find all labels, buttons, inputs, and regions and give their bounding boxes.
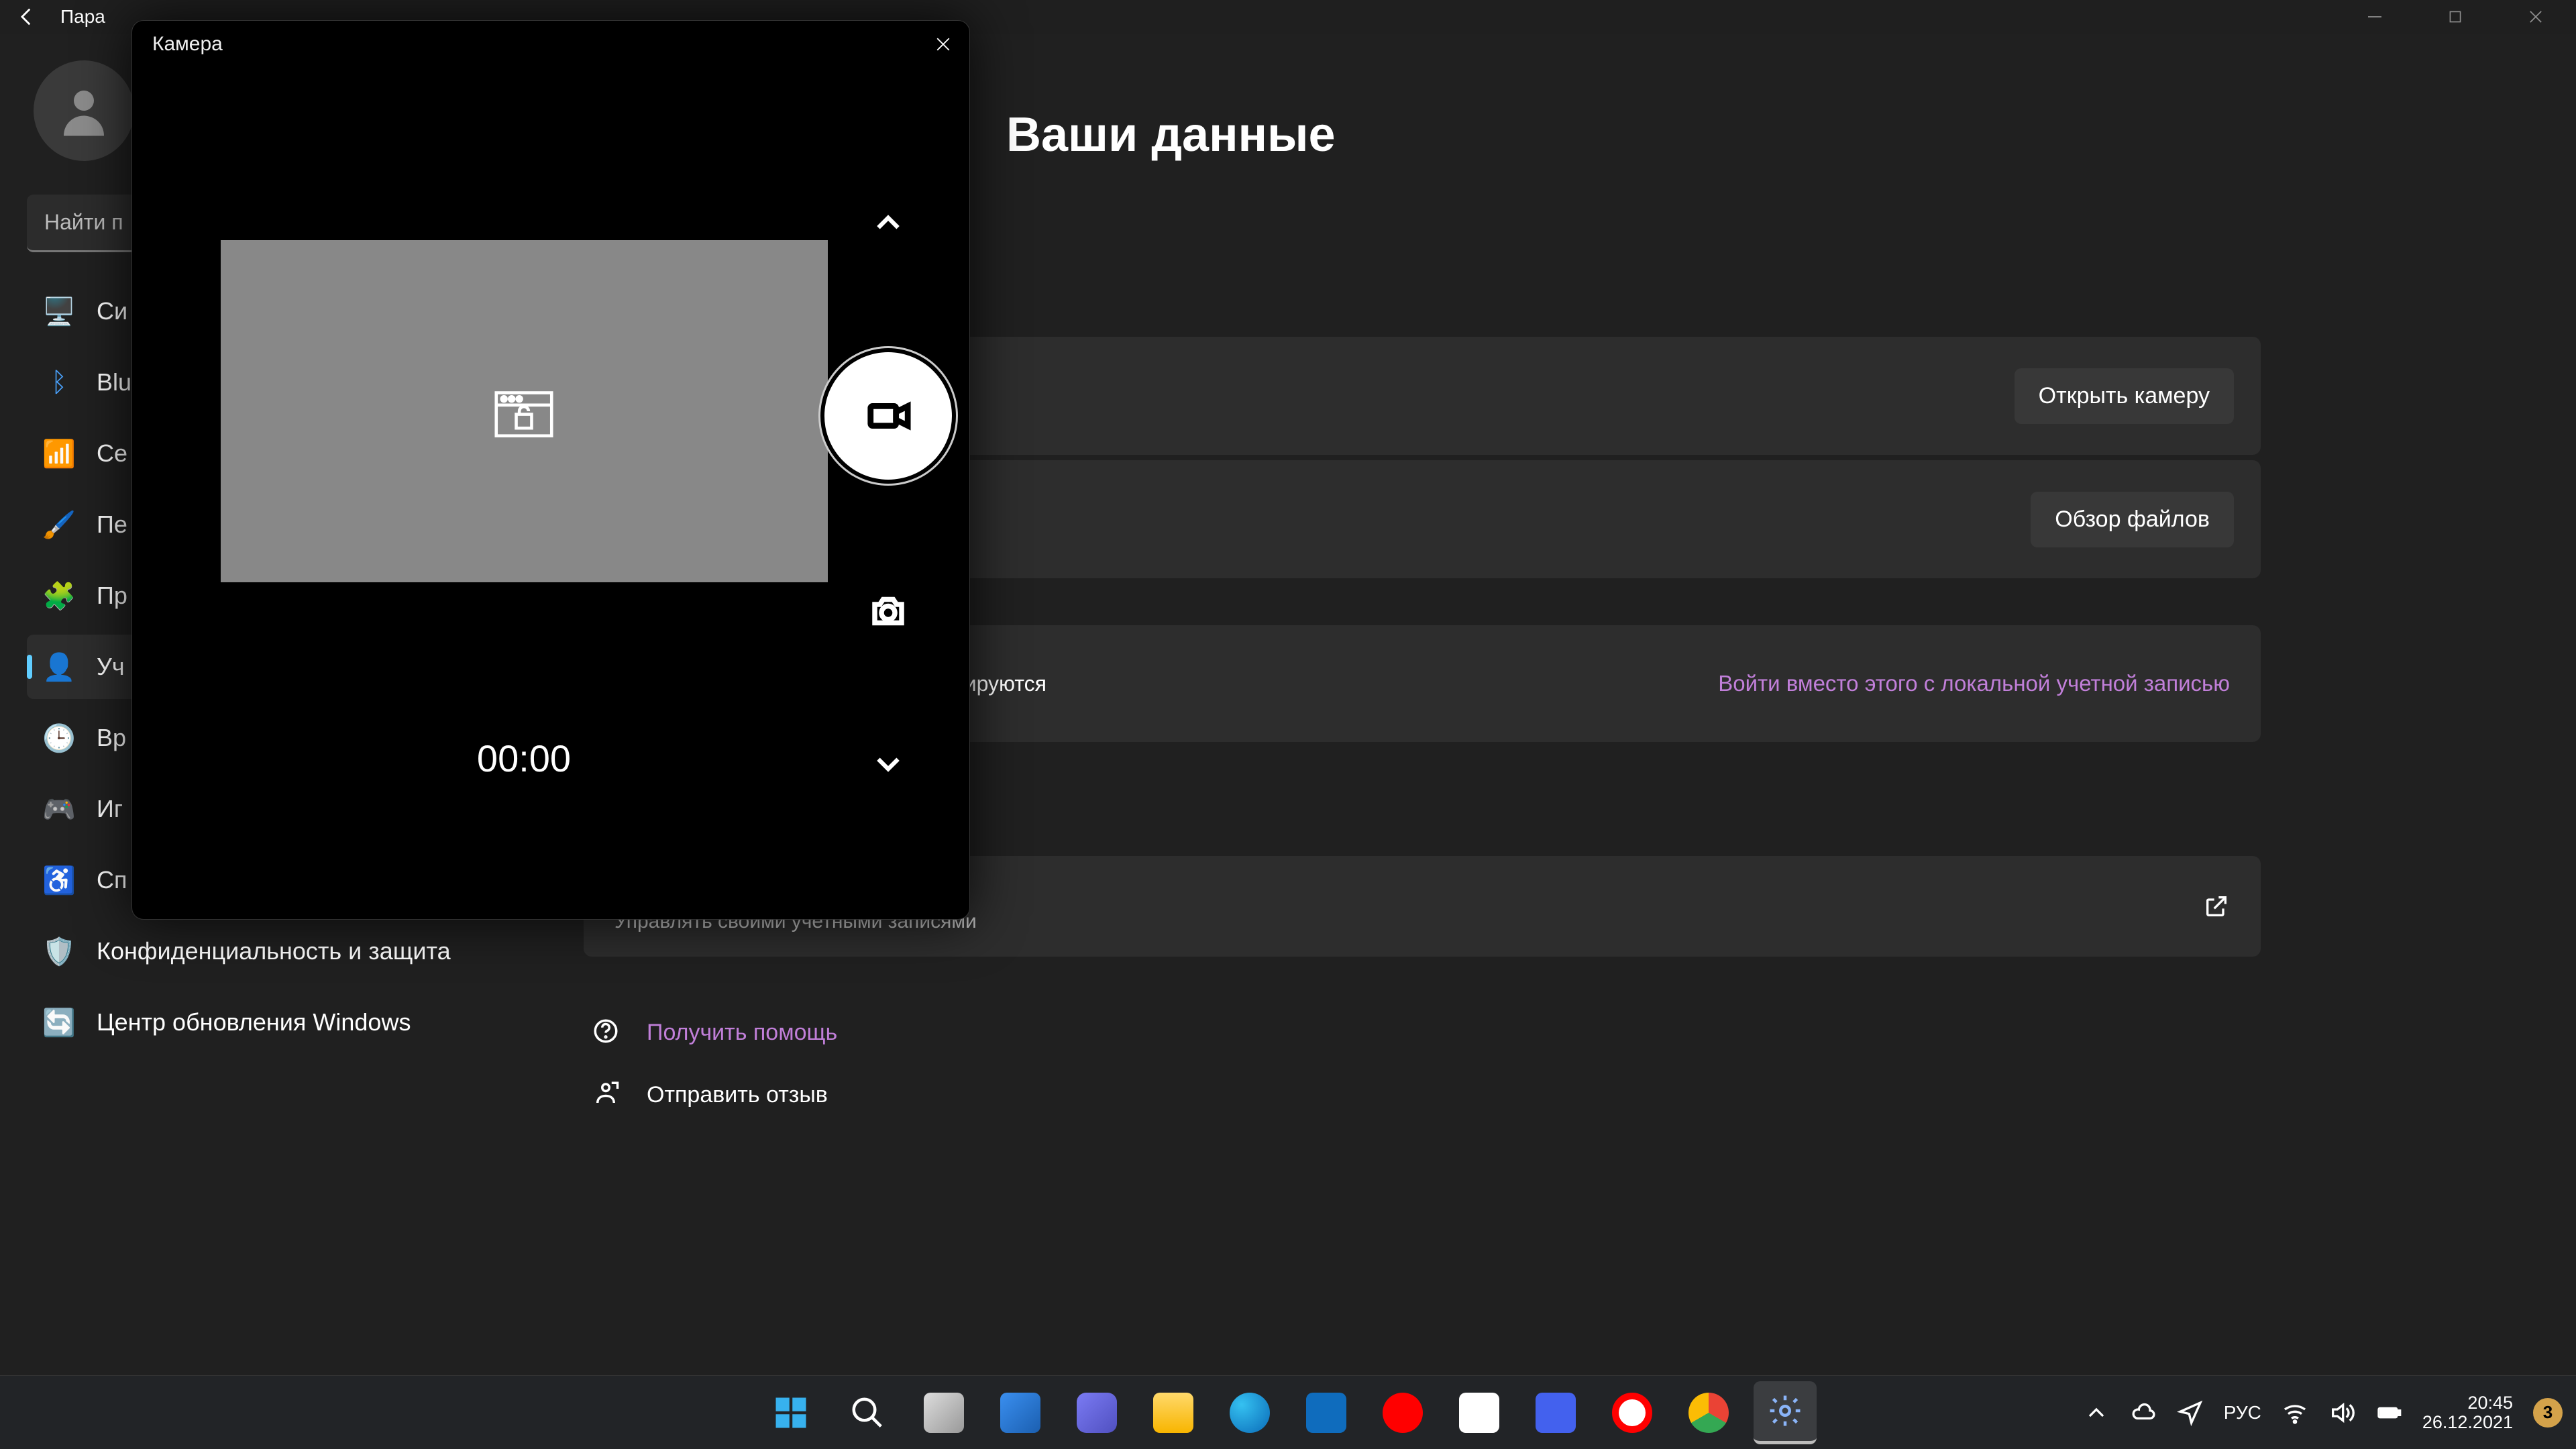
- bluetooth-icon: ᛒ: [44, 368, 74, 397]
- browse-files-button[interactable]: Обзор файлов: [2031, 492, 2234, 547]
- camera-mode-up[interactable]: [868, 203, 908, 244]
- close-button[interactable]: [2496, 0, 2576, 34]
- feedback-icon: [592, 1079, 620, 1111]
- open-camera-button[interactable]: Открыть камеру: [2015, 368, 2234, 424]
- nav-label: Пе: [97, 511, 127, 539]
- taskbar-widgets[interactable]: [989, 1381, 1052, 1444]
- nav-label: Уч: [97, 653, 125, 681]
- update-icon: 🔄: [44, 1008, 74, 1037]
- nav-label: Иг: [97, 795, 123, 823]
- tray-location-icon[interactable]: [2177, 1399, 2204, 1426]
- taskbar-pinned: [759, 1376, 1817, 1449]
- camera-preview: [221, 240, 828, 582]
- help-text: Получить помощь: [647, 1020, 837, 1046]
- accessibility-icon: ♿: [44, 865, 74, 895]
- tray-chevron[interactable]: [2083, 1399, 2110, 1426]
- feedback-link[interactable]: Отправить отзыв: [592, 1079, 2529, 1111]
- tray-clock[interactable]: 20:45 26.12.2021: [2422, 1393, 2513, 1432]
- tray-wifi-icon[interactable]: [2282, 1399, 2308, 1426]
- nav-label: Центр обновления Windows: [97, 1008, 411, 1036]
- help-link[interactable]: Получить помощь: [592, 1017, 2529, 1049]
- local-account-link[interactable]: Войти вместо этого с локальной учетной з…: [1718, 671, 2230, 696]
- taskbar: РУС 20:45 26.12.2021 3: [0, 1375, 2576, 1449]
- nav-label: Вр: [97, 724, 126, 752]
- taskbar-store[interactable]: [1448, 1381, 1511, 1444]
- nav-label: Се: [97, 439, 127, 468]
- taskbar-ybrowser[interactable]: [1601, 1381, 1664, 1444]
- shield-icon: 🛡️: [44, 936, 74, 966]
- settings-title: Пара: [60, 6, 105, 28]
- person-icon: 👤: [44, 652, 74, 682]
- nav-privacy[interactable]: 🛡️ Конфиденциальность и защита: [27, 919, 523, 983]
- nav-update[interactable]: 🔄 Центр обновления Windows: [27, 990, 523, 1055]
- camera-shutter-button[interactable]: [824, 352, 952, 480]
- camera-window: Камера 00:00: [131, 20, 970, 920]
- taskbar-settings[interactable]: [1754, 1381, 1817, 1444]
- camera-photo-mode[interactable]: [865, 588, 912, 635]
- taskbar-chrome[interactable]: [1677, 1381, 1740, 1444]
- external-link-icon: [2203, 893, 2230, 920]
- feedback-text: Отправить отзыв: [647, 1082, 828, 1108]
- nav-label: Blu: [97, 368, 131, 396]
- clock-icon: 🕒: [44, 723, 74, 753]
- camera-title: Камера: [152, 33, 223, 56]
- taskbar-edge[interactable]: [1218, 1381, 1281, 1444]
- camera-close-button[interactable]: [926, 28, 960, 61]
- taskbar-app1[interactable]: [1524, 1381, 1587, 1444]
- start-button[interactable]: [759, 1381, 822, 1444]
- tray-onedrive-icon[interactable]: [2130, 1399, 2157, 1426]
- camera-mode-down[interactable]: [868, 743, 908, 784]
- avatar[interactable]: [34, 60, 134, 161]
- tray-battery-icon[interactable]: [2375, 1399, 2402, 1426]
- gamepad-icon: 🎮: [44, 794, 74, 824]
- minimize-button[interactable]: [2334, 0, 2415, 34]
- page-title: Ваши данные: [1006, 107, 2529, 162]
- wifi-icon: 📶: [44, 439, 74, 468]
- taskbar-explorer[interactable]: [1142, 1381, 1205, 1444]
- tray-volume-icon[interactable]: [2328, 1399, 2355, 1426]
- apps-icon: 🧩: [44, 581, 74, 610]
- tray-date: 26.12.2021: [2422, 1413, 2513, 1432]
- nav-label: Сп: [97, 866, 127, 894]
- display-icon: 🖥️: [44, 297, 74, 326]
- nav-label: Пр: [97, 582, 127, 610]
- taskbar-mail[interactable]: [1295, 1381, 1358, 1444]
- taskbar-taskview[interactable]: [912, 1381, 975, 1444]
- brush-icon: 🖌️: [44, 510, 74, 539]
- tray-language[interactable]: РУС: [2224, 1402, 2261, 1424]
- taskbar-search[interactable]: [836, 1381, 899, 1444]
- taskbar-chat[interactable]: [1065, 1381, 1128, 1444]
- nav-label: Си: [97, 297, 127, 325]
- help-icon: [592, 1017, 620, 1049]
- back-button[interactable]: [13, 3, 40, 30]
- nav-label: Конфиденциальность и защита: [97, 937, 451, 965]
- maximize-button[interactable]: [2415, 0, 2496, 34]
- tray-time: 20:45: [2467, 1393, 2513, 1412]
- system-tray: РУС 20:45 26.12.2021 3: [2083, 1376, 2563, 1449]
- notification-badge[interactable]: 3: [2533, 1398, 2563, 1428]
- taskbar-yandex[interactable]: [1371, 1381, 1434, 1444]
- camera-titlebar: Камера: [132, 21, 969, 68]
- camera-timer: 00:00: [477, 737, 571, 780]
